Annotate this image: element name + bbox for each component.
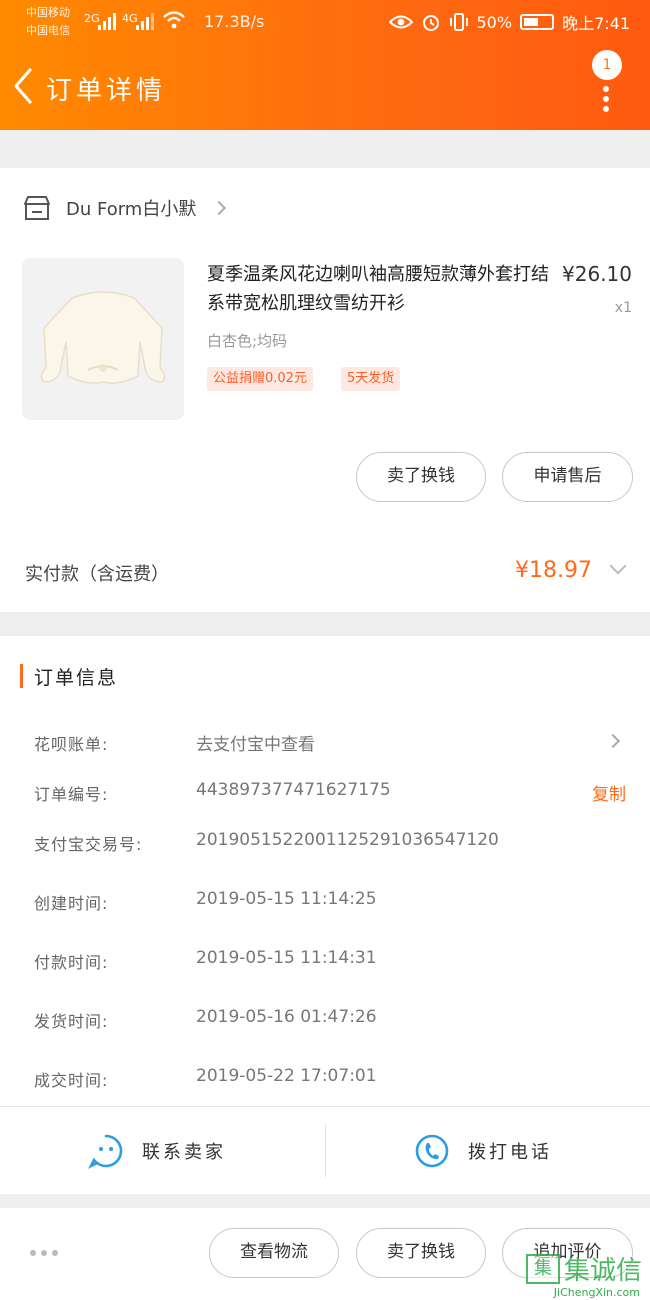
watermark-logo: 集 集诚信 <box>525 1250 642 1287</box>
shop-name: Du Form白小默 <box>66 199 197 220</box>
watermark-url: JiChengXin.com <box>553 1286 640 1299</box>
payment-label: 实付款（含运费） <box>25 564 169 585</box>
clock: 晚上7:41 <box>562 14 630 33</box>
contact-row: 联系卖家 拨打电话 <box>0 1106 650 1194</box>
info-label: 花呗账单: <box>34 735 109 754</box>
call-label: 拨打电话 <box>468 1142 552 1163</box>
battery-icon <box>520 14 555 30</box>
chevron-right-icon <box>212 200 227 216</box>
after-sales-button[interactable]: 申请售后 <box>502 452 633 502</box>
divider <box>325 1125 326 1177</box>
alipay-trade-number: 2019051522001125291036547120 <box>196 830 499 850</box>
info-label: 支付宝交易号: <box>34 835 143 854</box>
call-button[interactable]: 拨打电话 <box>414 1107 552 1195</box>
order-number: 443897377471627175 <box>196 780 391 800</box>
info-label: 发货时间: <box>34 1012 109 1031</box>
eye-icon <box>388 15 413 29</box>
copy-button[interactable]: 复制 <box>592 780 626 805</box>
product-quantity: x1 <box>614 300 632 316</box>
order-info-card <box>0 636 650 1106</box>
shop-link[interactable]: Du Form白小默 <box>22 190 227 226</box>
status-bar: 中国移动 中国电信 2G 4G 17.3B/s 50% 晚上7:41 <box>0 0 650 44</box>
more-menu-button[interactable]: 1 <box>584 50 624 112</box>
signal-icon <box>136 12 154 30</box>
carrier-1: 中国移动 <box>26 6 70 19</box>
shipping-tag: 5天发货 <box>341 367 401 391</box>
vibrate-icon <box>449 13 468 31</box>
completed-time: 2019-05-22 17:07:01 <box>196 1066 377 1086</box>
back-icon[interactable] <box>10 66 40 106</box>
section-accent <box>20 664 23 688</box>
more-actions-icon[interactable] <box>30 1250 58 1256</box>
more-icon <box>603 86 609 116</box>
created-time: 2019-05-15 11:14:25 <box>196 889 377 909</box>
charity-tag: 公益捐赠0.02元 <box>207 367 313 391</box>
alarm-icon <box>422 15 439 31</box>
battery-percent: 50% <box>476 12 513 32</box>
carrier-2: 中国电信 <box>26 24 70 37</box>
resell-button[interactable]: 卖了换钱 <box>356 452 486 502</box>
info-label: 付款时间: <box>34 953 109 972</box>
resell-button[interactable]: 卖了换钱 <box>356 1228 486 1278</box>
payment-amount: ¥18.97 <box>515 558 592 583</box>
order-info-title: 订单信息 <box>34 667 119 689</box>
view-logistics-button[interactable]: 查看物流 <box>209 1228 339 1278</box>
info-label: 成交时间: <box>34 1071 109 1090</box>
signal-icon <box>98 12 116 30</box>
product-image[interactable] <box>22 258 184 420</box>
info-label: 订单编号: <box>34 785 109 804</box>
product-title[interactable]: 夏季温柔风花边喇叭袖高腰短款薄外套打结系带宽松肌理纹雪纺开衫 <box>207 260 557 318</box>
product-sku: 白杏色;均码 <box>207 332 288 350</box>
notification-badge: 1 <box>592 50 622 80</box>
contact-seller-label: 联系卖家 <box>142 1142 226 1163</box>
page-title: 订单详情 <box>46 76 167 106</box>
huabei-link[interactable]: 去支付宝中查看 <box>196 730 315 755</box>
status-right: 50% 晚上7:41 <box>388 10 630 34</box>
info-label: 创建时间: <box>34 894 109 913</box>
phone-icon <box>415 1134 449 1168</box>
carrier-labels: 中国移动 中国电信 <box>26 4 70 40</box>
cardigan-image <box>40 291 166 384</box>
store-icon <box>24 196 50 220</box>
product-price: ¥26.10 <box>562 262 632 286</box>
wifi-icon <box>163 11 185 29</box>
paid-time: 2019-05-15 11:14:31 <box>196 948 377 968</box>
network-speed: 17.3B/s <box>204 12 265 31</box>
chat-face-icon <box>88 1134 123 1169</box>
contact-seller-button[interactable]: 联系卖家 <box>88 1107 226 1195</box>
shipped-time: 2019-05-16 01:47:26 <box>196 1007 377 1027</box>
header: 中国移动 中国电信 2G 4G 17.3B/s 50% 晚上7:41 订单详情 … <box>0 0 650 130</box>
watermark-brand: 集诚信 <box>563 1256 642 1286</box>
watermark-mark: 集 <box>525 1253 560 1284</box>
